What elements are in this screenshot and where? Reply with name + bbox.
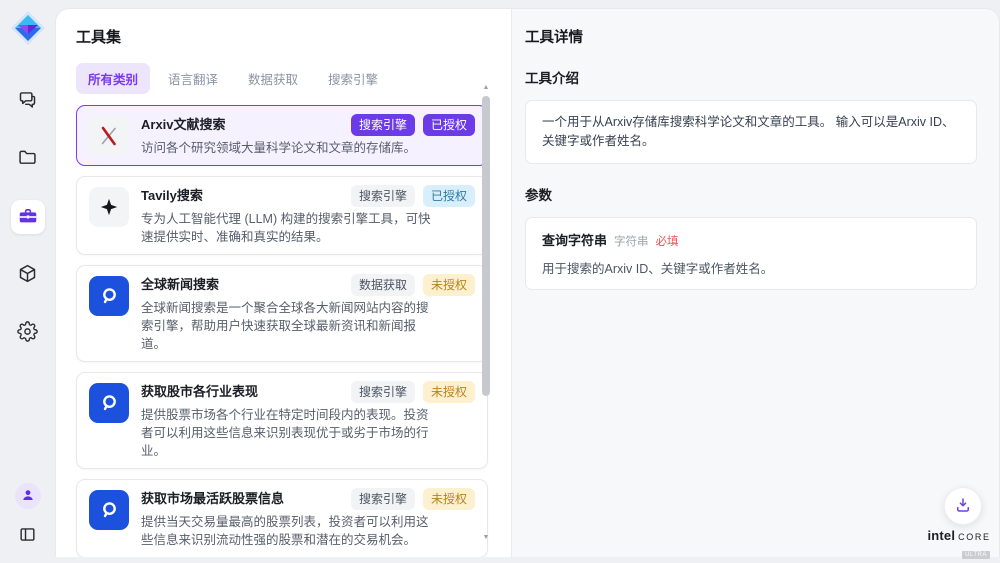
category-badge: 搜索引擎 — [351, 185, 415, 207]
app-logo — [10, 10, 46, 46]
scroll-up-icon[interactable]: ▲ — [480, 83, 492, 93]
models-nav-button[interactable] — [11, 258, 45, 292]
category-badge: 搜索引擎 — [351, 381, 415, 403]
tab-data-acquisition[interactable]: 数据获取 — [236, 63, 310, 94]
collapse-panel-button[interactable] — [15, 523, 41, 549]
intro-text: 一个用于从Arxiv存储库搜索科学论文和文章的工具。 输入可以是Arxiv ID… — [542, 113, 960, 151]
param-description: 用于搜索的Arxiv ID、关键字或作者姓名。 — [542, 258, 960, 277]
cube-icon — [17, 263, 38, 287]
tab-language-translation[interactable]: 语言翻译 — [156, 63, 230, 94]
tab-all-categories[interactable]: 所有类别 — [76, 63, 150, 94]
tool-title: Arxiv文献搜索 — [141, 114, 226, 133]
params-heading: 参数 — [525, 184, 977, 204]
tool-description: 提供当天交易量最高的股票列表，投资者可以利用这些信息来识别流动性强的股票和潜在的… — [141, 513, 433, 549]
toolbox-nav-button[interactable] — [11, 200, 45, 234]
avatar-icon — [20, 487, 36, 506]
tool-detail-panel: 工具详情 工具介绍 一个用于从Arxiv存储库搜索科学论文和文章的工具。 输入可… — [511, 9, 999, 557]
search-icon — [89, 276, 129, 316]
download-button[interactable] — [944, 487, 982, 525]
auth-status-badge: 已授权 — [423, 114, 475, 136]
ultra-badge: ULTRA — [962, 551, 990, 559]
arxiv-icon — [89, 116, 129, 156]
scroll-down-icon[interactable]: ▼ — [480, 533, 492, 543]
chat-nav-button[interactable] — [11, 84, 45, 118]
tool-card-arxiv[interactable]: Arxiv文献搜索 搜索引擎 已授权 访问各个研究领域大量科学论文和文章的存储库… — [76, 105, 488, 166]
tool-description: 访问各个研究领域大量科学论文和文章的存储库。 — [141, 139, 433, 157]
parameter-card: 查询字符串 字符串 必填 用于搜索的Arxiv ID、关键字或作者姓名。 — [525, 217, 977, 290]
settings-nav-button[interactable] — [11, 316, 45, 350]
param-name: 查询字符串 — [542, 230, 607, 249]
download-icon — [954, 496, 972, 517]
category-badge: 搜索引擎 — [351, 114, 415, 136]
detail-title: 工具详情 — [525, 26, 977, 47]
auth-status-badge: 已授权 — [423, 185, 475, 207]
rail-bottom — [15, 483, 41, 549]
tool-description: 全球新闻搜索是一个聚合全球各大新闻网站内容的搜索引擎，帮助用户快速获取全球最新资… — [141, 299, 433, 353]
auth-status-badge: 未授权 — [423, 488, 475, 510]
list-scrollbar[interactable]: ▲ ▼ — [480, 83, 492, 543]
search-icon — [89, 490, 129, 530]
star-icon — [89, 187, 129, 227]
intro-heading: 工具介绍 — [525, 67, 977, 87]
tab-search-engine[interactable]: 搜索引擎 — [316, 63, 390, 94]
left-rail — [0, 0, 55, 563]
param-type: 字符串 — [614, 233, 649, 249]
files-nav-button[interactable] — [11, 142, 45, 176]
tool-description: 提供股票市场各个行业在特定时间段内的表现。投资者可以利用这些信息来识别表现优于或… — [141, 406, 433, 460]
rail-nav — [11, 84, 45, 350]
tool-list-panel: 工具集 所有类别 语言翻译 数据获取 搜索引擎 Arxiv文献搜索 — [56, 9, 511, 557]
tool-card-list: Arxiv文献搜索 搜索引擎 已授权 访问各个研究领域大量科学论文和文章的存储库… — [76, 105, 488, 557]
folder-icon — [17, 147, 38, 171]
intro-card: 一个用于从Arxiv存储库搜索科学论文和文章的工具。 输入可以是Arxiv ID… — [525, 100, 977, 164]
tool-description: 专为人工智能代理 (LLM) 构建的搜索引擎工具，可快速提供实时、准确和真实的结… — [141, 210, 433, 246]
core-wordmark: core — [958, 529, 990, 543]
scrollbar-thumb[interactable] — [482, 96, 490, 396]
tool-title: Tavily搜索 — [141, 185, 203, 204]
intel-wordmark: intel — [927, 528, 955, 543]
category-badge: 搜索引擎 — [351, 488, 415, 510]
tool-title: 获取股市各行业表现 — [141, 381, 258, 400]
page-title: 工具集 — [76, 26, 511, 47]
search-icon — [89, 383, 129, 423]
user-avatar[interactable] — [15, 483, 41, 509]
tool-title: 获取市场最活跃股票信息 — [141, 488, 284, 507]
intel-core-logo: intel core ULTRA — [928, 528, 990, 561]
panel-collapse-icon — [18, 525, 37, 547]
category-badge: 数据获取 — [351, 274, 415, 296]
param-required-label: 必填 — [656, 233, 679, 249]
category-tabs: 所有类别 语言翻译 数据获取 搜索引擎 — [76, 63, 511, 94]
toolbox-icon — [17, 205, 39, 230]
auth-status-badge: 未授权 — [423, 274, 475, 296]
chat-icon — [17, 89, 38, 113]
tool-card-active-stocks[interactable]: 获取市场最活跃股票信息 搜索引擎 未授权 提供当天交易量最高的股票列表，投资者可… — [76, 479, 488, 557]
auth-status-badge: 未授权 — [423, 381, 475, 403]
tool-title: 全球新闻搜索 — [141, 274, 219, 293]
main-panel: 工具集 所有类别 语言翻译 数据获取 搜索引擎 Arxiv文献搜索 — [55, 8, 1000, 557]
tool-card-global-news[interactable]: 全球新闻搜索 数据获取 未授权 全球新闻搜索是一个聚合全球各大新闻网站内容的搜索… — [76, 265, 488, 362]
tool-card-sector-performance[interactable]: 获取股市各行业表现 搜索引擎 未授权 提供股票市场各个行业在特定时间段内的表现。… — [76, 372, 488, 469]
gear-icon — [17, 321, 38, 345]
tool-card-tavily[interactable]: Tavily搜索 搜索引擎 已授权 专为人工智能代理 (LLM) 构建的搜索引擎… — [76, 176, 488, 255]
